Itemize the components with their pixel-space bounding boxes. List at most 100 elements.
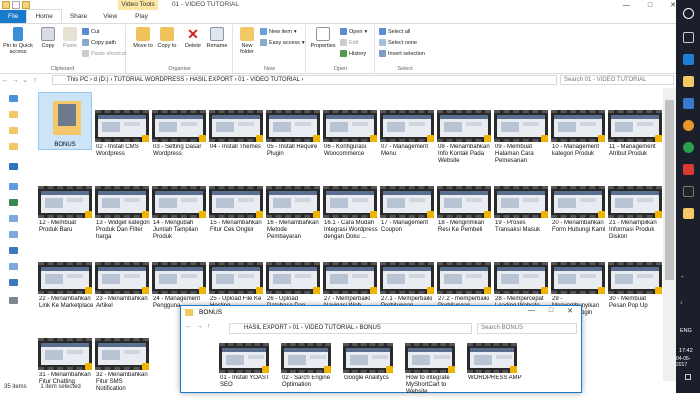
main-video-item[interactable]: 02 - Install CMS Wordpress [93,88,151,162]
main-video-item[interactable]: 31 - Menambahkan Fitur Chatting [36,316,94,390]
scrollbar-thumb[interactable] [665,100,674,280]
forward-arrow-icon[interactable]: → [10,77,20,84]
bonus-video-item[interactable]: How to integrate MyShortCart to Website [403,341,463,393]
clock-time[interactable]: 17:42 [679,348,693,354]
clock-date[interactable]: 04-05-2017 [676,356,700,368]
select-all-button[interactable]: Select all [379,28,410,35]
bonus-video-item[interactable]: 02 - Sarch Engine Optimation [279,341,339,393]
up-arrow-icon[interactable]: ↑ [30,77,40,84]
tab-share[interactable]: Share [62,10,95,23]
paste-shortcut-button[interactable]: Paste shortcut [82,50,126,57]
main-video-item[interactable]: 27.2 - memperbaiki Perhitungan [435,240,493,314]
main-video-item[interactable]: 15 - Menambahkan Fitur Cek Ongkir [207,164,265,238]
select-none-button[interactable]: Select none [379,39,417,46]
app-icon[interactable] [683,164,694,175]
paste-button[interactable]: Paste [60,27,80,49]
copy-to-button[interactable]: Copy to [157,27,177,49]
main-video-item[interactable]: 08 - Menambahkan Info Kontak Pada Websit… [435,88,493,164]
main-video-item[interactable]: 05 - Install Require Plugin [264,88,322,162]
back-arrow-icon[interactable]: ← [185,323,192,330]
folder-icon[interactable] [9,111,18,118]
main-video-item[interactable]: 16 - Menambahkan Metode Pembayaran [264,164,322,240]
bonus-video-item[interactable]: Google Analitycs [341,341,401,393]
main-video-item[interactable]: 21 - Menampilkan Informasi Produk Diskon [606,164,664,240]
move-to-button[interactable]: Move to [133,27,153,49]
folder-icon[interactable] [9,143,18,150]
main-video-item[interactable]: 13 - Widget kategori Produk Dan Filter h… [93,164,151,240]
search-input[interactable]: Search 01 - VIDEO TUTORIAL [560,75,674,85]
copy-path-button[interactable]: Copy path [82,39,116,46]
folder-icon[interactable] [2,1,10,9]
back-arrow-icon[interactable]: ← [0,77,10,84]
notification-icon[interactable] [685,374,691,380]
up-arrow-icon[interactable]: ↑ [207,323,211,330]
easy-access-button[interactable]: Easy access ▾ [260,39,305,46]
address-bar[interactable]: This PC › d (D:) › TUTORIAL WORDPRESS › … [52,75,557,85]
main-video-item[interactable]: 07 - Management Menu [378,88,436,162]
recent-chevron-icon[interactable]: ⌄ [20,76,30,84]
main-video-item[interactable]: 20 - Menambahkan Form Hubungi Kami [549,164,607,238]
search-icon[interactable] [683,8,694,19]
bonus-search-input[interactable]: Search BONUS [477,323,577,334]
main-video-item[interactable]: 03 - Setting Dasar Wordpress [150,88,208,162]
tab-file[interactable]: File [0,10,27,23]
file-explorer-icon[interactable] [683,76,694,87]
app-icon[interactable] [683,120,694,131]
store-icon[interactable] [683,98,694,109]
edit-button[interactable]: Edit [340,39,358,46]
main-video-item[interactable]: 14 - Mengubah Jumlah Tampilan Produk [150,164,208,240]
forward-arrow-icon[interactable]: → [196,323,203,330]
tab-home[interactable]: Home [26,9,62,23]
main-video-item[interactable]: 12 - Membuat Produk Baru [36,164,94,238]
new-item-button[interactable]: New item ▾ [260,28,297,35]
folder-icon[interactable] [683,208,694,219]
main-video-item[interactable]: 16.1 - Cara Mudah Integrasi Wordpress de… [321,164,379,240]
main-video-item[interactable]: 24 - Management Pengguna [150,240,208,314]
bonus-video-item[interactable]: WORDPRESS AMP [465,341,525,393]
main-video-item[interactable]: 28 - Mempercepat Loading Website [492,240,550,314]
delete-button[interactable]: ✕ Delete [183,27,203,49]
drive-icon[interactable] [9,279,18,286]
minimize-icon[interactable]: — [528,307,535,315]
main-video-item[interactable]: 04 - Install Themes [207,88,265,162]
main-video-item[interactable]: 32 - Menambahkan Fitur SMS Notification [93,316,151,392]
language-indicator[interactable]: ENG [680,328,692,334]
main-video-item[interactable]: 19 - Proses Transaksi Masuk [492,164,550,238]
close-icon[interactable]: ✕ [567,307,573,315]
main-video-item[interactable]: 06 - Konfigurasi Woocommerce [321,88,379,162]
new-folder-button[interactable]: New folder [236,27,258,55]
main-video-item[interactable]: 18 - Mengirimkan Resi Ke Pembeli [435,164,493,238]
drive-icon[interactable] [9,263,18,270]
main-video-item[interactable]: 17 - Management Coupon [378,164,436,238]
open-button[interactable]: Open ▾ [340,28,367,35]
quick-access-icon[interactable] [9,95,18,102]
main-video-item[interactable]: 27 - Memperbaiki Navigasi Web [321,240,379,314]
main-video-item[interactable]: 29 - Menyembunyikan Halaman Login [549,240,607,316]
folder-icon[interactable] [9,127,18,134]
cut-button[interactable]: Cut [82,28,100,35]
drive-icon[interactable] [9,199,18,206]
main-video-item[interactable]: 30 - Membuat Pesan Pop Up [606,240,664,314]
chrome-icon[interactable] [683,142,694,153]
main-video-item[interactable]: 25 - Upload File Ke Hosting [207,240,265,314]
drive-icon[interactable] [9,247,18,254]
task-view-icon[interactable] [683,32,694,43]
folder-item-bonus[interactable]: BONUS [38,92,92,150]
tab-view[interactable]: View [95,10,125,23]
volume-icon[interactable]: ♪ [680,300,683,306]
main-video-item[interactable]: 27.1 - Memperbaiki Perhitungan [378,240,436,314]
maximize-icon[interactable]: □ [648,2,652,9]
new-folder-quick-icon[interactable] [22,1,30,9]
main-video-item[interactable]: 23 - Menambahkan Artikel [93,240,151,314]
main-video-item[interactable]: 22 - Menambahkan Link Ke Marketplace [36,240,94,314]
history-button[interactable]: History [340,50,366,57]
main-video-item[interactable]: 11 - Management Atribut Produk [606,88,664,162]
invert-selection-button[interactable]: Invert selection [379,50,425,57]
bonus-video-item[interactable]: 01 - Install YOAST SEO [217,341,277,393]
minimize-icon[interactable]: — [623,2,630,9]
drive-icon[interactable] [9,231,18,238]
copy-button[interactable]: Copy [38,27,58,49]
properties-quick-icon[interactable] [12,1,20,9]
tab-play[interactable]: Play [127,10,156,23]
rename-button[interactable]: Rename [205,27,229,49]
